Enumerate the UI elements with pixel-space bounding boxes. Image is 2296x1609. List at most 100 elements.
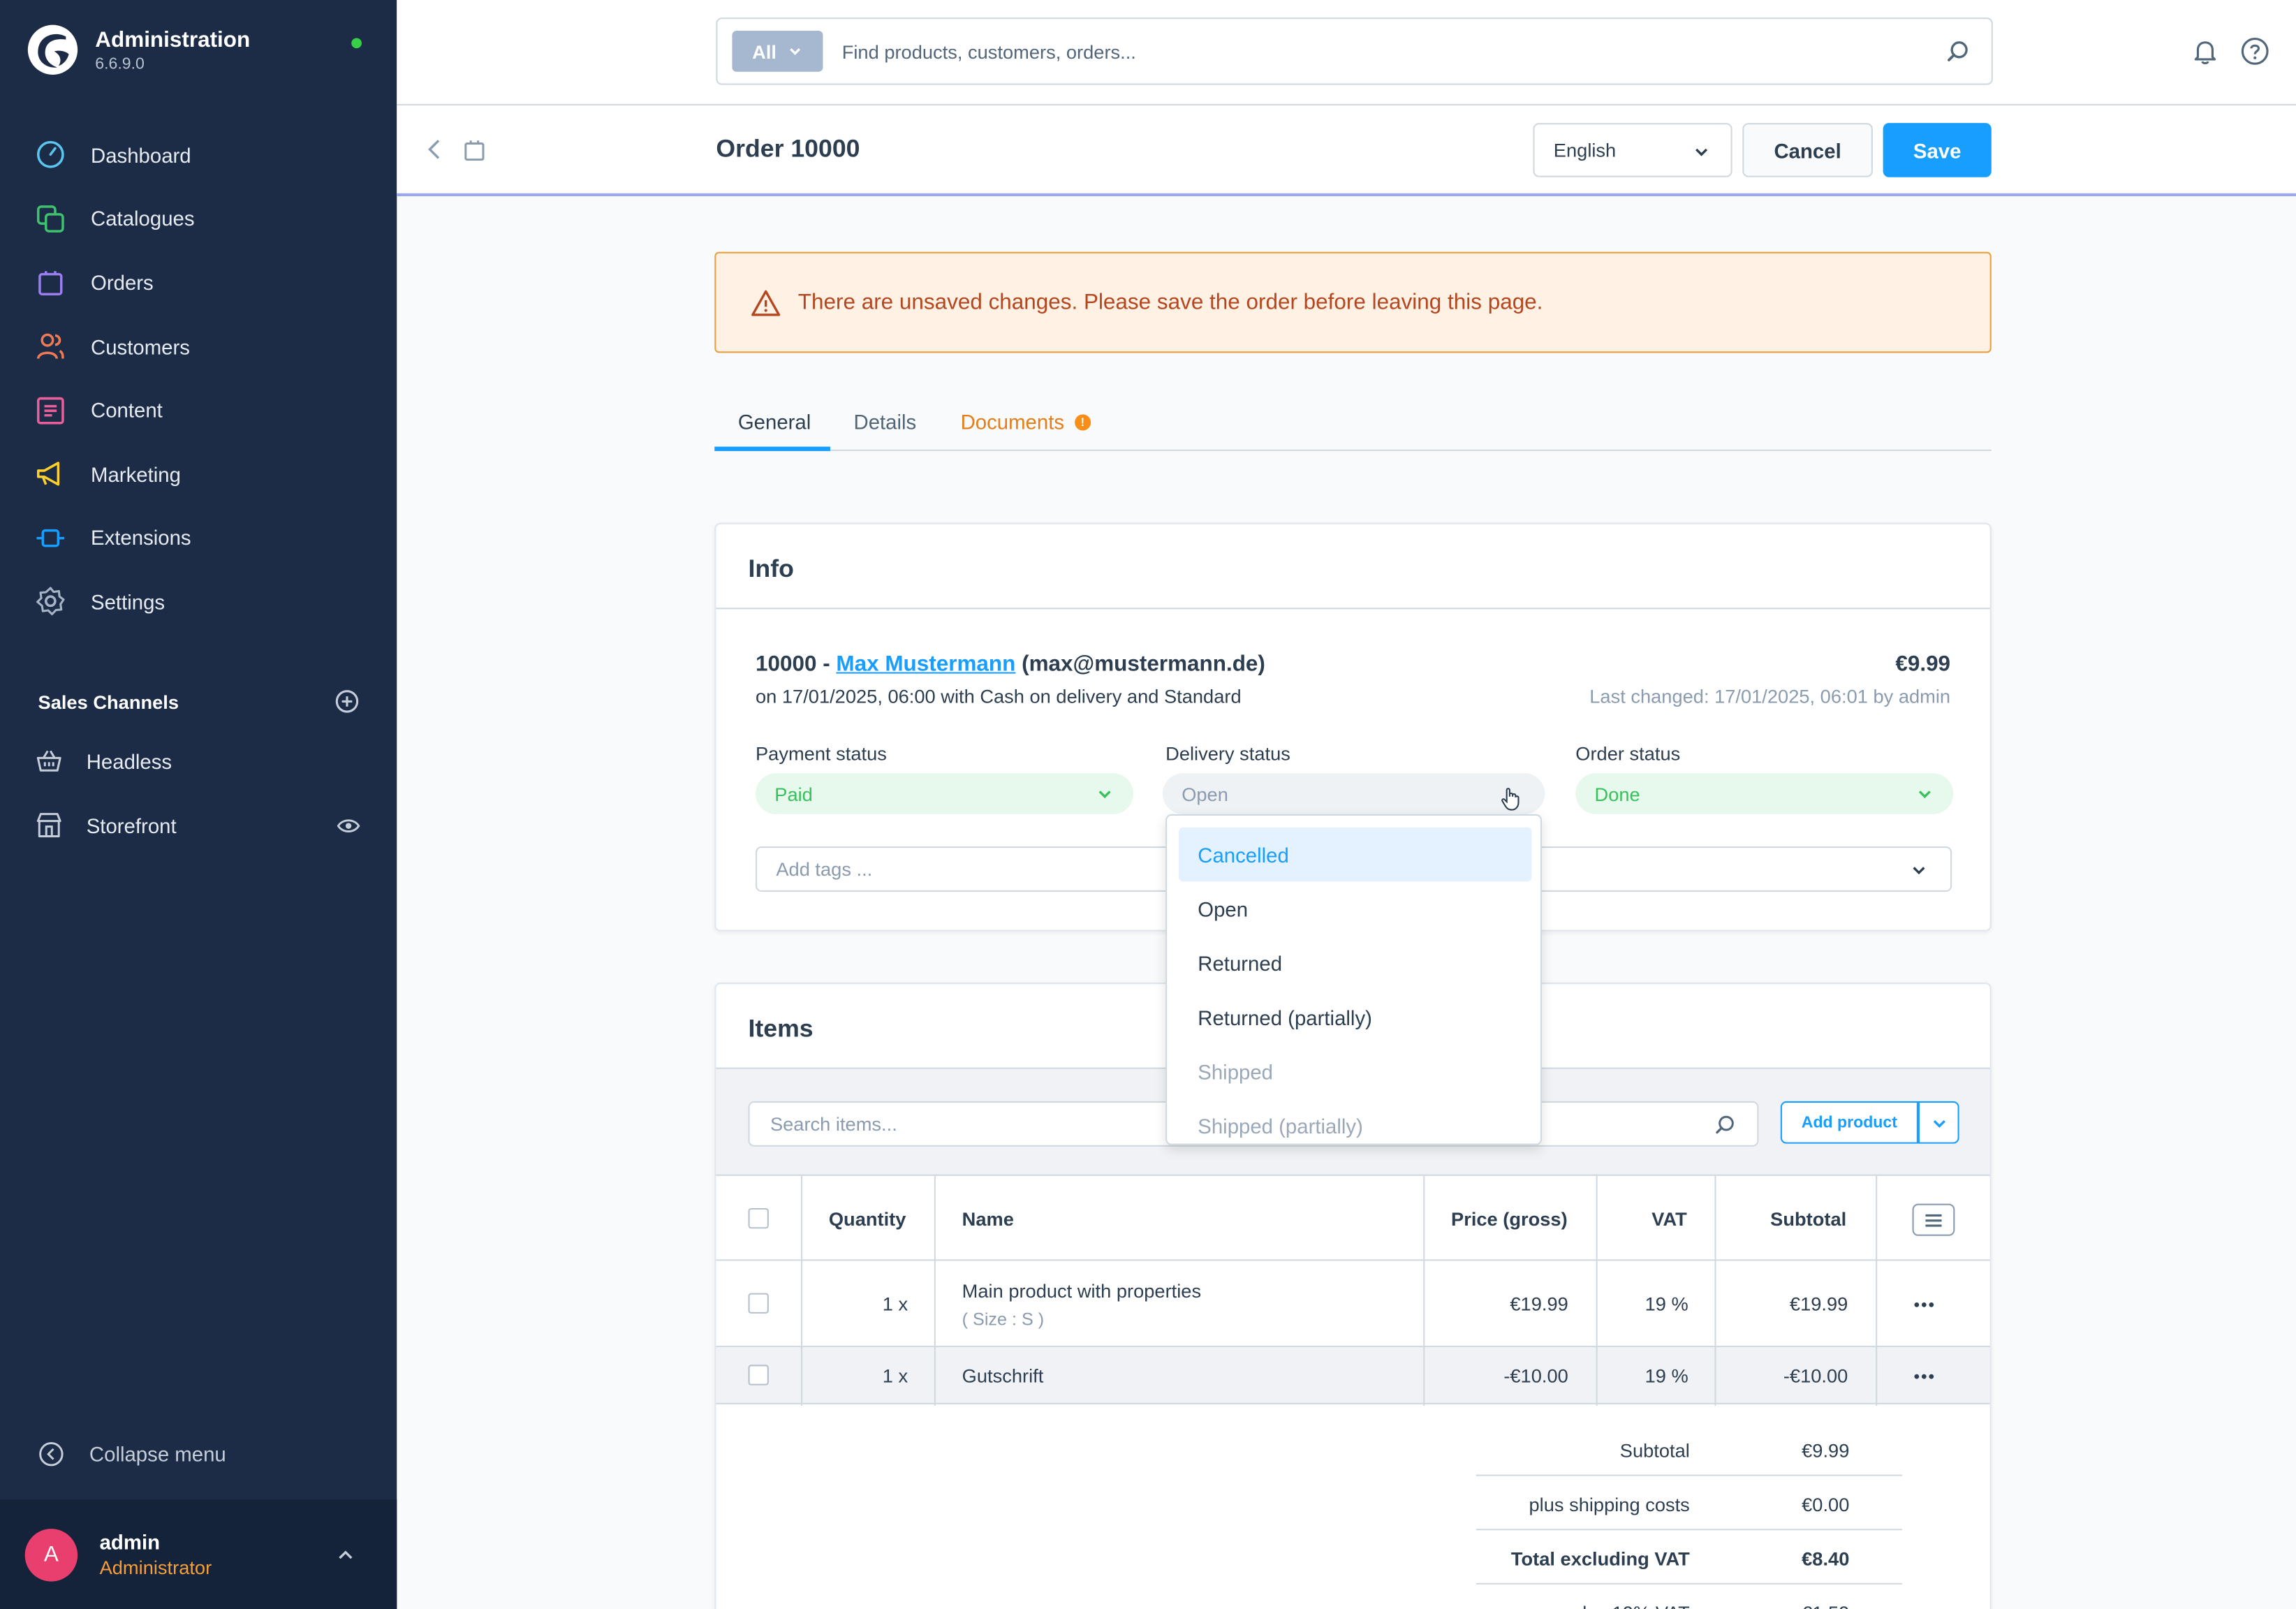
alert-text: There are unsaved changes. Please save t… [797,290,1543,315]
nav-item-orders[interactable]: Orders [0,251,397,314]
help-icon[interactable] [2240,36,2269,66]
delivery-status-select[interactable]: Open [1162,773,1545,814]
more-options-icon[interactable] [1914,1302,1934,1307]
shopping-bag-icon [38,272,63,297]
language-select[interactable]: English [1533,123,1732,177]
more-options-icon[interactable] [1914,1374,1934,1379]
search-input[interactable] [841,40,1897,63]
nav-label: Catalogues [91,207,195,231]
row-name: Main product with properties [962,1279,1202,1302]
online-status-dot [351,38,362,49]
global-search: All [716,17,1993,85]
eye-icon[interactable] [337,814,360,837]
order-summary-line: 10000 - Max Mustermann (max@mustermann.d… [756,652,1265,677]
order-tabs: General Details Documents ! [714,398,1992,451]
collapse-menu-button[interactable]: Collapse menu [38,1441,226,1467]
smart-bar: Order 10000 English Cancel Save [397,105,2296,196]
tab-details[interactable]: Details [853,410,916,434]
main-nav: Dashboard Catalogues Orders Customers Co… [0,123,397,633]
add-sales-channel-icon[interactable] [334,689,360,715]
chevron-down-icon [1695,148,1708,156]
summary-value: €1.59 [1802,1602,1849,1609]
sales-channel-headless[interactable]: Headless [35,747,360,774]
chevron-down-icon [1913,867,1925,875]
customer-email: (max@mustermann.de) [1015,652,1265,677]
unsaved-changes-alert: There are unsaved changes. Please save t… [714,251,1992,353]
app-root: Administration 6.6.9.0 Dashboard Catalog… [0,0,2296,1609]
topbar: All [397,0,2296,105]
search-icon[interactable] [1945,38,1971,65]
tab-label: General [737,410,811,434]
plug-icon [36,529,65,548]
nav-label: Customers [91,335,190,358]
row-quantity: 1 x [882,1293,908,1316]
payment-status-select[interactable]: Paid [756,773,1134,814]
row-subtotal: €19.99 [1789,1293,1848,1316]
nav-item-customers[interactable]: Customers [0,314,397,378]
customer-link[interactable]: Max Mustermann [836,652,1015,677]
chevron-up-icon[interactable] [337,1546,354,1564]
chevron-left-icon[interactable] [423,138,447,161]
column-divider [1714,1175,1716,1406]
header-subtotal[interactable]: Subtotal [1770,1208,1846,1230]
payment-status-value: Paid [774,782,813,805]
dropdown-option-shipped[interactable]: Shipped [1179,1044,1531,1099]
search-scope-select[interactable]: All [732,31,823,72]
sales-channel-storefront[interactable]: Storefront [35,811,360,839]
search-scope-label: All [752,40,777,63]
row-subtotal: -€10.00 [1783,1365,1848,1387]
nav-item-catalogues[interactable]: Catalogues [0,187,397,251]
dropdown-option-returned[interactable]: Returned [1179,936,1531,990]
sidebar: Administration 6.6.9.0 Dashboard Catalog… [0,0,397,1609]
nav-item-dashboard[interactable]: Dashboard [0,123,397,186]
dropdown-option-cancelled[interactable]: Cancelled [1179,827,1532,882]
tab-documents[interactable]: Documents ! [961,410,1091,434]
header-vat[interactable]: VAT [1651,1208,1686,1230]
dropdown-option-returned-partially[interactable]: Returned (partially) [1179,990,1531,1045]
user-name: admin [99,1530,161,1554]
store-icon [36,813,61,838]
row-vat: 19 % [1644,1293,1688,1316]
header-quantity[interactable]: Quantity [829,1208,906,1230]
nav-item-settings[interactable]: Settings [0,570,397,633]
summary-label: Subtotal [1619,1439,1690,1462]
cancel-button[interactable]: Cancel [1742,123,1873,177]
row-vat: 19 % [1644,1365,1688,1387]
order-status-select[interactable]: Done [1575,773,1954,814]
save-button[interactable]: Save [1883,123,1992,177]
dropdown-option-shipped-partially[interactable]: Shipped (partially) [1179,1099,1531,1144]
warning-badge: ! [1074,413,1091,430]
add-product-options-button[interactable] [1918,1101,1959,1144]
search-icon[interactable] [1713,1113,1737,1137]
column-divider [1876,1175,1878,1406]
tab-general[interactable]: General [738,410,811,434]
table-row: 1 x Gutschrift -€10.00 19 % -€10.00 [716,1347,1990,1404]
language-value: English [1553,139,1617,161]
nav-item-marketing[interactable]: Marketing [0,442,397,506]
header-name[interactable]: Name [962,1208,1014,1230]
delivery-status-label: Delivery status [1165,742,1290,765]
sales-channel-label: Headless [86,749,172,773]
row-price: -€10.00 [1503,1365,1568,1387]
nav-item-content[interactable]: Content [0,379,397,442]
nav-label: Marketing [91,462,181,486]
user-menu[interactable]: A admin Administrator [0,1499,397,1609]
bell-icon[interactable] [2191,36,2220,66]
add-product-button[interactable]: Add product [1780,1101,1918,1144]
megaphone-icon [36,462,60,487]
dropdown-option-open[interactable]: Open [1179,881,1531,936]
column-settings-button[interactable] [1912,1203,1955,1236]
nav-item-extensions[interactable]: Extensions [0,506,397,570]
select-all-checkbox[interactable] [748,1207,769,1229]
column-divider [1423,1175,1425,1406]
delivery-status-dropdown: Cancelled Open Returned Returned (partia… [1165,814,1543,1145]
column-divider [801,1175,803,1406]
summary-row: plus shipping costs €0.00 [1476,1476,1902,1531]
brand-version: 6.6.9.0 [95,54,145,73]
summary-value: €9.99 [1802,1439,1850,1462]
row-checkbox[interactable] [748,1365,769,1386]
row-name: Gutschrift [962,1365,1044,1387]
header-price[interactable]: Price (gross) [1451,1208,1568,1230]
row-checkbox[interactable] [748,1293,769,1314]
brand[interactable]: Administration 6.6.9.0 [27,24,250,76]
